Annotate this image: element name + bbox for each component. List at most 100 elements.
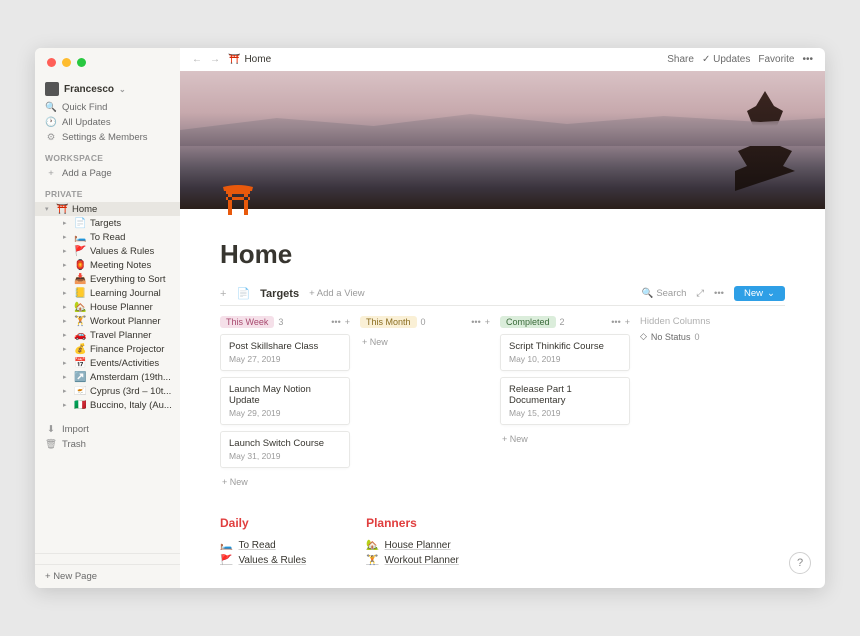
- sidebar-item[interactable]: ▸📥Everything to Sort: [53, 272, 180, 286]
- hidden-columns-label[interactable]: Hidden Columns: [640, 316, 770, 327]
- expand-arrow-icon[interactable]: ▸: [63, 359, 71, 367]
- more-icon[interactable]: •••: [714, 288, 724, 299]
- plus-icon[interactable]: +: [625, 317, 630, 327]
- sidebar-item[interactable]: ▸🏡House Planner: [53, 300, 180, 314]
- more-icon[interactable]: •••: [471, 317, 480, 327]
- expand-arrow-icon[interactable]: ▸: [63, 387, 71, 395]
- expand-arrow-icon[interactable]: ▸: [63, 275, 71, 283]
- status-tag[interactable]: Completed: [500, 316, 556, 328]
- new-button[interactable]: New⌄: [734, 286, 785, 301]
- page-link[interactable]: 🛏️To Read: [220, 538, 306, 553]
- quick-find[interactable]: 🔍Quick Find: [35, 100, 180, 115]
- page-icon[interactable]: [220, 181, 262, 223]
- sidebar-item[interactable]: ▸↗️Amsterdam (19th...: [53, 370, 180, 384]
- planners-section: Planners 🏡House Planner🏋️Workout Planner: [366, 516, 459, 568]
- expand-arrow-icon[interactable]: ▸: [63, 247, 71, 255]
- sidebar-item[interactable]: ▸🏋️Workout Planner: [53, 314, 180, 328]
- favorite-button[interactable]: Favorite: [758, 54, 794, 65]
- page-emoji: 🏋️: [366, 555, 378, 566]
- nav-back-icon[interactable]: ←: [192, 54, 202, 65]
- more-icon[interactable]: •••: [611, 317, 620, 327]
- sidebar-item[interactable]: ▸🇮🇹Buccino, Italy (Au...: [53, 398, 180, 412]
- page-emoji: 🚗: [74, 330, 87, 341]
- add-block-icon[interactable]: +: [220, 288, 226, 300]
- workspace-section-label: WORKSPACE: [35, 145, 180, 166]
- card-title: Script Thinkific Course: [509, 341, 621, 352]
- expand-arrow-icon[interactable]: ▸: [63, 317, 71, 325]
- more-icon[interactable]: •••: [331, 317, 340, 327]
- sidebar-item[interactable]: ▸📅Events/Activities: [53, 356, 180, 370]
- add-card-button[interactable]: + New: [360, 334, 490, 350]
- trash[interactable]: 🗑Trash: [35, 437, 180, 452]
- import[interactable]: ⬇Import: [35, 422, 180, 437]
- expand-arrow-icon[interactable]: ▸: [63, 261, 71, 269]
- expand-arrow-icon[interactable]: ▾: [45, 205, 53, 213]
- card-title: Launch Switch Course: [229, 438, 341, 449]
- database-name[interactable]: Targets: [260, 288, 299, 300]
- page-link[interactable]: 🏡House Planner: [366, 538, 459, 553]
- empty-icon: ◇: [640, 331, 647, 342]
- sidebar-item[interactable]: ▸🚗Travel Planner: [53, 328, 180, 342]
- minimize-dot[interactable]: [62, 58, 71, 67]
- expand-arrow-icon[interactable]: ▸: [63, 303, 71, 311]
- expand-arrow-icon[interactable]: ▸: [63, 289, 71, 297]
- page-emoji: 📄: [74, 218, 87, 229]
- updates-button[interactable]: ✓ Updates: [702, 54, 750, 65]
- page-link[interactable]: 🏋️Workout Planner: [366, 553, 459, 568]
- user-name: Francesco: [64, 84, 114, 95]
- expand-icon[interactable]: ⤢: [696, 288, 704, 299]
- page-emoji: 🏋️: [74, 316, 87, 327]
- settings-members[interactable]: ⚙Settings & Members: [35, 130, 180, 145]
- share-button[interactable]: Share: [667, 54, 694, 65]
- board-card[interactable]: Launch Switch CourseMay 31, 2019: [220, 431, 350, 468]
- window-controls: [47, 58, 86, 67]
- sidebar-item-label: Travel Planner: [90, 330, 151, 341]
- nav-forward-icon[interactable]: →: [210, 54, 220, 65]
- add-view-button[interactable]: + Add a View: [309, 288, 365, 299]
- board-card[interactable]: Script Thinkific CourseMay 10, 2019: [500, 334, 630, 371]
- status-tag[interactable]: This Month: [360, 316, 417, 328]
- close-dot[interactable]: [47, 58, 56, 67]
- expand-arrow-icon[interactable]: ▸: [63, 401, 71, 409]
- page-emoji: 🛏️: [220, 540, 232, 551]
- board-card[interactable]: Post Skillshare ClassMay 27, 2019: [220, 334, 350, 371]
- all-updates[interactable]: 🕐All Updates: [35, 115, 180, 130]
- sidebar-item[interactable]: ▸🇨🇾Cyprus (3rd – 10t...: [53, 384, 180, 398]
- expand-arrow-icon[interactable]: ▸: [63, 233, 71, 241]
- more-icon[interactable]: •••: [802, 54, 813, 65]
- maximize-dot[interactable]: [77, 58, 86, 67]
- sidebar-item[interactable]: ▸📄Targets: [53, 216, 180, 230]
- add-card-button[interactable]: + New: [220, 474, 350, 490]
- board-card[interactable]: Launch May Notion UpdateMay 29, 2019: [220, 377, 350, 425]
- plus-icon[interactable]: +: [485, 317, 490, 327]
- sidebar-item[interactable]: ▸📒Learning Journal: [53, 286, 180, 300]
- expand-arrow-icon[interactable]: ▸: [63, 345, 71, 353]
- help-button[interactable]: ?: [789, 552, 811, 574]
- sidebar-item[interactable]: ▸💰Finance Projector: [53, 342, 180, 356]
- page-title: Home: [220, 209, 785, 286]
- expand-arrow-icon[interactable]: ▸: [63, 331, 71, 339]
- breadcrumb[interactable]: ⛩️ Home: [228, 54, 271, 65]
- search-icon: 🔍: [45, 102, 57, 113]
- column-header: This Week3•••+: [220, 316, 350, 328]
- board-card[interactable]: Release Part 1 DocumentaryMay 15, 2019: [500, 377, 630, 425]
- sidebar-item[interactable]: ▸🛏️To Read: [53, 230, 180, 244]
- no-status[interactable]: ◇No Status0: [640, 331, 770, 342]
- gear-icon: ⚙: [45, 132, 57, 143]
- count: 0: [421, 317, 426, 327]
- status-tag[interactable]: This Week: [220, 316, 274, 328]
- search-button[interactable]: 🔍 Search: [642, 288, 687, 299]
- add-page-workspace[interactable]: +Add a Page: [35, 166, 180, 181]
- plus-icon[interactable]: +: [345, 317, 350, 327]
- page-link[interactable]: 🚩Values & Rules: [220, 553, 306, 568]
- user-avatar: [45, 82, 59, 96]
- sidebar-item[interactable]: ▸🏮Meeting Notes: [53, 258, 180, 272]
- workspace-switcher[interactable]: Francesco ⌄: [35, 78, 180, 100]
- expand-arrow-icon[interactable]: ▸: [63, 373, 71, 381]
- sidebar-item[interactable]: ▸🚩Values & Rules: [53, 244, 180, 258]
- expand-arrow-icon[interactable]: ▸: [63, 219, 71, 227]
- page-emoji: ↗️: [74, 372, 87, 383]
- sidebar-item-home[interactable]: ▾ ⛩️ Home: [35, 202, 180, 216]
- new-page-button[interactable]: + New Page: [35, 564, 180, 588]
- add-card-button[interactable]: + New: [500, 431, 630, 447]
